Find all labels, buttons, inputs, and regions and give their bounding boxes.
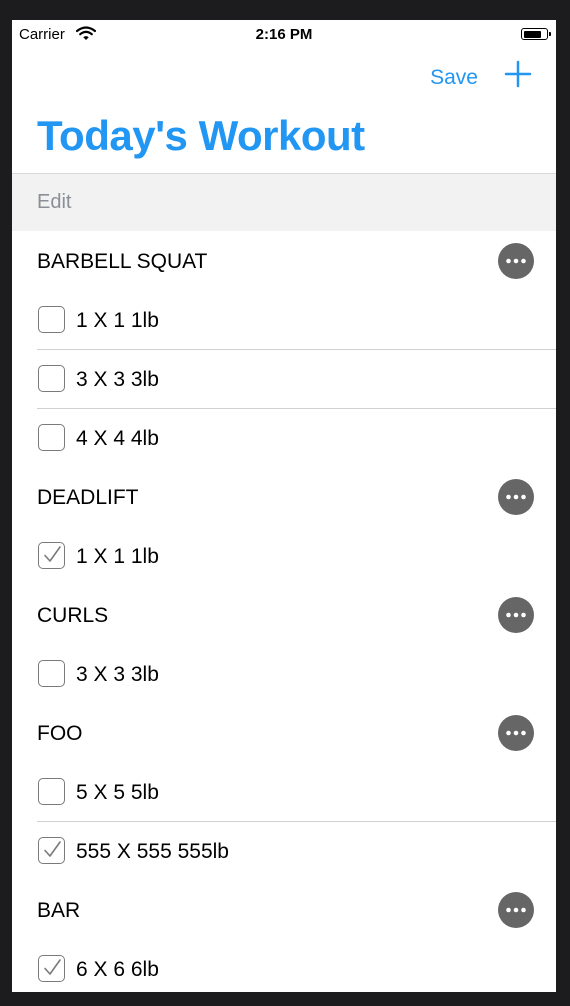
more-options-button[interactable] (498, 892, 534, 928)
set-row: 555 X 555 555lb (12, 821, 556, 880)
exercise-header-row: CURLS (12, 585, 556, 644)
set-label: 5 X 5 5lb (76, 781, 159, 804)
exercise-header-row: FOO (12, 703, 556, 762)
set-row: 3 X 3 3lb (12, 349, 556, 408)
exercise-header-row: BAR (12, 880, 556, 939)
status-bar: Carrier 2:16 PM (12, 20, 556, 50)
more-options-button[interactable] (498, 597, 534, 633)
set-row: 3 X 3 3lb (12, 644, 556, 703)
exercise-name: CURLS (37, 604, 109, 627)
exercise-name: DEADLIFT (37, 486, 139, 509)
exercise-name: BARBELL SQUAT (37, 250, 208, 273)
ellipsis-icon (506, 907, 526, 913)
edit-button[interactable]: Edit (37, 191, 71, 214)
ellipsis-icon (506, 258, 526, 264)
checkbox-unchecked[interactable] (38, 660, 65, 687)
ellipsis-icon (506, 730, 526, 736)
set-label: 3 X 3 3lb (76, 368, 159, 391)
checkbox-unchecked[interactable] (38, 778, 65, 805)
exercise-header-row: BARBELL SQUAT (12, 231, 556, 290)
ellipsis-icon (506, 494, 526, 500)
set-row: 5 X 5 5lb (12, 762, 556, 821)
add-button[interactable] (504, 60, 532, 88)
status-time: 2:16 PM (255, 26, 313, 43)
save-button[interactable]: Save (430, 66, 478, 90)
set-row: 6 X 6 6lb (12, 939, 556, 992)
checkmark-icon (44, 959, 61, 975)
checkbox-unchecked[interactable] (38, 306, 65, 333)
checkbox-unchecked[interactable] (38, 365, 65, 392)
checkmark-icon (44, 546, 61, 562)
checkbox-checked[interactable] (38, 837, 65, 864)
phone-screen: Carrier 2:16 PM Save Today's Workout Edi… (12, 20, 556, 992)
checkbox-checked[interactable] (38, 542, 65, 569)
battery-level (523, 30, 542, 38)
more-options-button[interactable] (498, 243, 534, 279)
checkmark-icon (44, 841, 61, 857)
battery-icon (521, 28, 551, 40)
set-row: 4 X 4 4lb (12, 408, 556, 467)
checkbox-unchecked[interactable] (38, 424, 65, 451)
exercise-header-row: DEADLIFT (12, 467, 556, 526)
ellipsis-icon (506, 612, 526, 618)
set-label: 1 X 1 1lb (76, 545, 159, 568)
more-options-button[interactable] (498, 479, 534, 515)
set-label: 4 X 4 4lb (76, 427, 159, 450)
exercise-name: BAR (37, 899, 81, 922)
set-label: 6 X 6 6lb (76, 958, 159, 981)
set-row: 1 X 1 1lb (12, 526, 556, 585)
plus-icon (504, 60, 532, 88)
checkbox-checked[interactable] (38, 955, 65, 982)
set-row: 1 X 1 1lb (12, 290, 556, 349)
set-label: 555 X 555 555lb (76, 840, 229, 863)
page-title: Today's Workout (37, 112, 365, 159)
more-options-button[interactable] (498, 715, 534, 751)
navigation-bar: Save (12, 50, 556, 105)
exercise-name: FOO (37, 722, 83, 745)
set-label: 1 X 1 1lb (76, 309, 159, 332)
set-label: 3 X 3 3lb (76, 663, 159, 686)
workout-list: BARBELL SQUAT 1 X 1 1lb 3 X 3 3lb 4 X 4 4lb… (12, 231, 556, 992)
edit-bar: Edit (12, 173, 556, 231)
